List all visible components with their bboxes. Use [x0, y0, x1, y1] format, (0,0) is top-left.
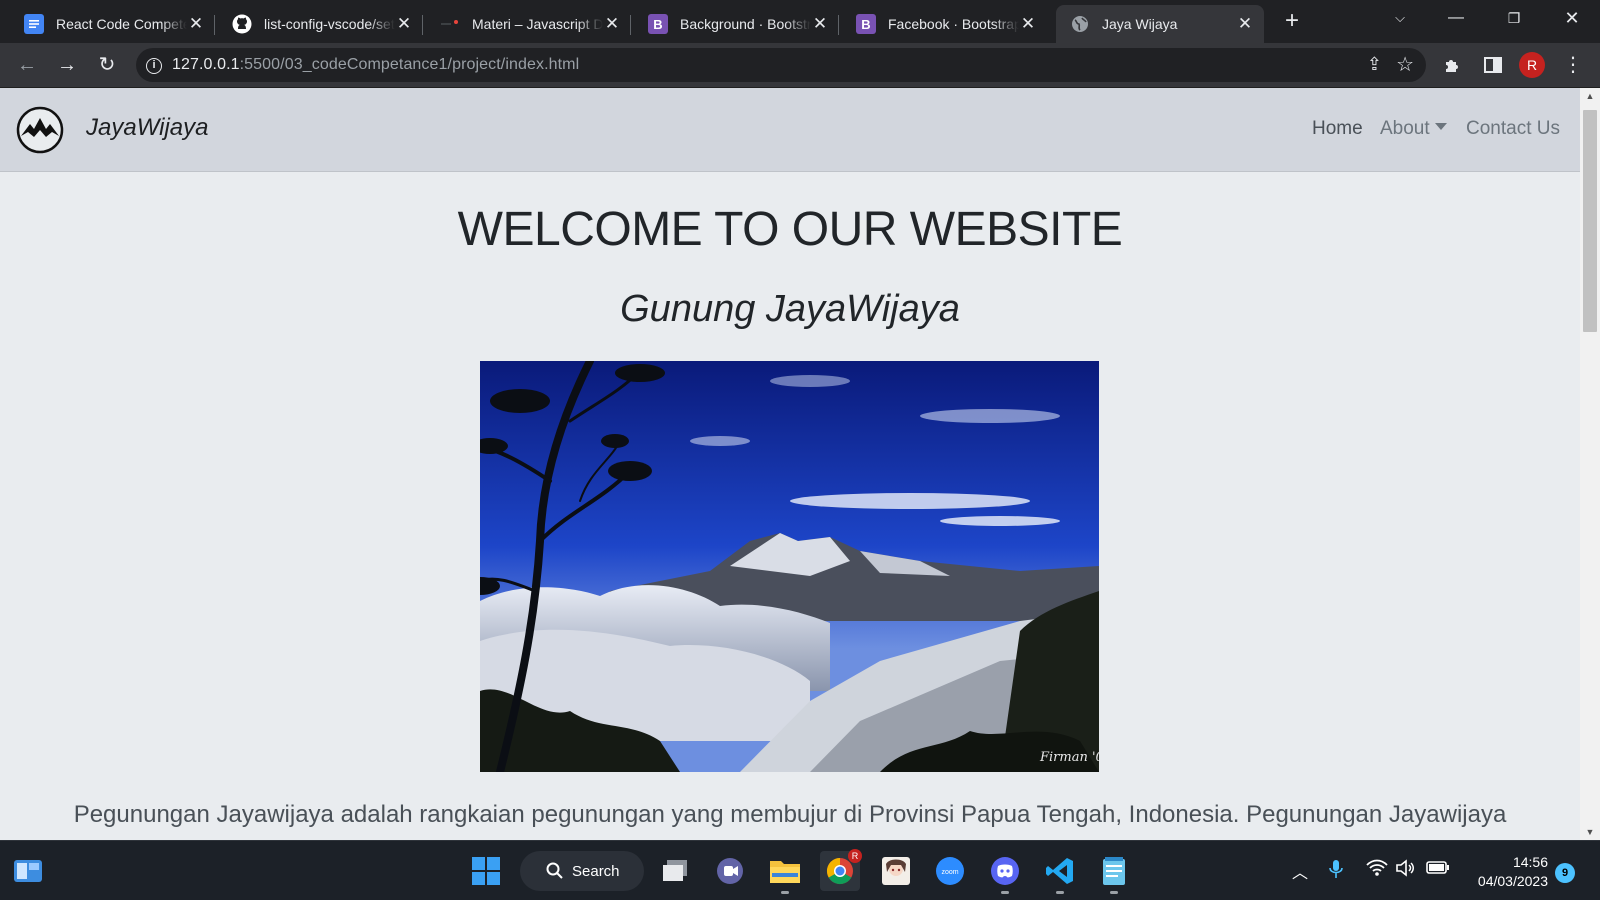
globe-icon — [1070, 14, 1090, 34]
mountain-logo-icon[interactable] — [16, 106, 64, 154]
nav-about[interactable]: About — [1380, 118, 1447, 140]
tab-list-config[interactable]: list-config-vscode/settings ✕ — [218, 5, 423, 43]
bootstrap-icon: B — [856, 14, 876, 34]
zoom-icon[interactable]: zoom — [930, 851, 970, 891]
tab-title: React Code Competence — [56, 16, 187, 32]
chevron-down-icon — [1434, 123, 1447, 130]
system-clock[interactable]: 14:56 04/03/2023 — [1468, 853, 1548, 891]
chrome-profile-badge: R — [848, 849, 862, 863]
intro-paragraph: Pegunungan Jayawijaya adalah rangkaian p… — [73, 801, 1507, 840]
clock-time: 14:56 — [1512, 854, 1548, 870]
back-button[interactable]: ← — [12, 50, 42, 80]
search-label: Search — [572, 862, 620, 880]
page-subtitle: Gunung JayaWijaya — [620, 288, 960, 330]
share-icon[interactable]: ⇪ — [1367, 54, 1382, 75]
close-icon[interactable]: ✕ — [1236, 14, 1254, 34]
tab-title: Jaya Wijaya — [1102, 16, 1178, 32]
mountain-photo: Firman '07 — [480, 361, 1099, 772]
scroll-up-icon[interactable]: ▲ — [1580, 88, 1600, 104]
site-info-icon[interactable]: i — [136, 56, 172, 74]
taskbar-search[interactable]: Search — [520, 851, 644, 891]
file-explorer-icon[interactable] — [765, 851, 805, 894]
teams-chat-icon[interactable] — [710, 851, 750, 891]
microphone-icon[interactable] — [1329, 859, 1343, 884]
notification-badge[interactable]: 9 — [1555, 863, 1575, 883]
tab-facebook-bootstrap[interactable]: B Facebook · Bootstrap ✕ — [842, 5, 1047, 43]
profile-avatar[interactable]: R — [1519, 52, 1545, 78]
site-navbar: JayaWijaya Home About Contact Us — [0, 88, 1580, 172]
page-title: WELCOME TO OUR WEBSITE — [457, 203, 1123, 256]
browser-toolbar: ← → ↻ i 127.0.0.1:5500/03_codeCompetance… — [0, 43, 1600, 88]
page-viewport: JayaWijaya Home About Contact Us WELCOME… — [0, 88, 1580, 840]
close-icon[interactable]: ✕ — [811, 14, 829, 34]
tab-materi[interactable]: Materi – Javascript Dasar ✕ — [426, 5, 631, 43]
brand-name[interactable]: JayaWijaya — [86, 114, 209, 142]
close-icon[interactable]: ✕ — [395, 14, 413, 34]
github-icon — [232, 14, 252, 34]
vscode-icon[interactable] — [1040, 851, 1080, 894]
tab-title: Background · Bootstrap — [680, 16, 811, 32]
doc-icon — [24, 14, 44, 34]
photo-signature: Firman '07 — [1039, 750, 1099, 765]
chevron-up-icon[interactable]: ︿ — [1292, 859, 1308, 883]
task-view-icon[interactable] — [655, 851, 695, 891]
widgets-icon[interactable] — [8, 851, 48, 891]
photos-app-icon[interactable] — [876, 851, 916, 891]
bootstrap-icon: B — [648, 14, 668, 34]
address-bar[interactable]: i 127.0.0.1:5500/03_codeCompetance1/proj… — [136, 48, 1426, 82]
nav-contact[interactable]: Contact Us — [1466, 118, 1560, 140]
extensions-icon[interactable] — [1438, 50, 1468, 80]
tab-react-code[interactable]: React Code Competence ✕ — [10, 5, 215, 43]
chrome-icon[interactable]: R — [820, 849, 862, 891]
close-icon[interactable]: ✕ — [187, 14, 205, 34]
tab-strip: React Code Competence ✕ list-config-vsco… — [0, 0, 1600, 43]
nav-about-label: About — [1380, 118, 1430, 139]
battery-icon[interactable] — [1426, 859, 1450, 880]
restore-button[interactable]: ❐ — [1486, 0, 1542, 36]
scroll-down-icon[interactable]: ▼ — [1580, 824, 1600, 840]
tab-jaya-wijaya[interactable]: Jaya Wijaya ✕ — [1056, 5, 1264, 43]
clock-date: 04/03/2023 — [1477, 873, 1548, 889]
wifi-icon[interactable] — [1366, 859, 1388, 882]
tab-background-bootstrap[interactable]: B Background · Bootstrap ✕ — [634, 5, 839, 43]
new-tab-button[interactable]: + — [1278, 7, 1306, 35]
volume-icon[interactable] — [1396, 859, 1416, 882]
start-windows-icon[interactable] — [466, 851, 506, 891]
tab-title: Materi – Javascript Dasar — [472, 16, 603, 32]
forward-button[interactable]: → — [52, 50, 82, 80]
discord-icon[interactable] — [985, 851, 1025, 894]
bookmark-star-icon[interactable]: ☆ — [1396, 52, 1414, 77]
reload-button[interactable]: ↻ — [92, 50, 122, 80]
windows-taskbar: Search R zoom ︿ 14:56 04/03/2023 9 — [0, 840, 1600, 900]
nav-home[interactable]: Home — [1312, 118, 1363, 140]
page-scrollbar[interactable]: ▲ ▼ — [1580, 88, 1600, 840]
tab-search-icon[interactable]: ⌵ — [1372, 0, 1428, 36]
tab-title: list-config-vscode/settings — [264, 16, 395, 32]
search-icon — [546, 862, 563, 879]
menu-kebab-icon[interactable]: ⋮ — [1558, 50, 1588, 80]
close-window-button[interactable]: ✕ — [1544, 0, 1600, 36]
minimize-button[interactable]: — — [1428, 0, 1484, 36]
close-icon[interactable]: ✕ — [1019, 14, 1037, 34]
tab-title: Facebook · Bootstrap — [888, 16, 1019, 32]
scrollbar-thumb[interactable] — [1583, 110, 1597, 332]
side-panel-icon[interactable] — [1478, 50, 1508, 80]
svg-text:zoom: zoom — [941, 869, 958, 876]
close-icon[interactable]: ✕ — [603, 14, 621, 34]
notepad-icon[interactable] — [1094, 851, 1134, 894]
url-text[interactable]: 127.0.0.1:5500/03_codeCompetance1/projec… — [172, 56, 579, 74]
materi-icon — [440, 14, 460, 34]
